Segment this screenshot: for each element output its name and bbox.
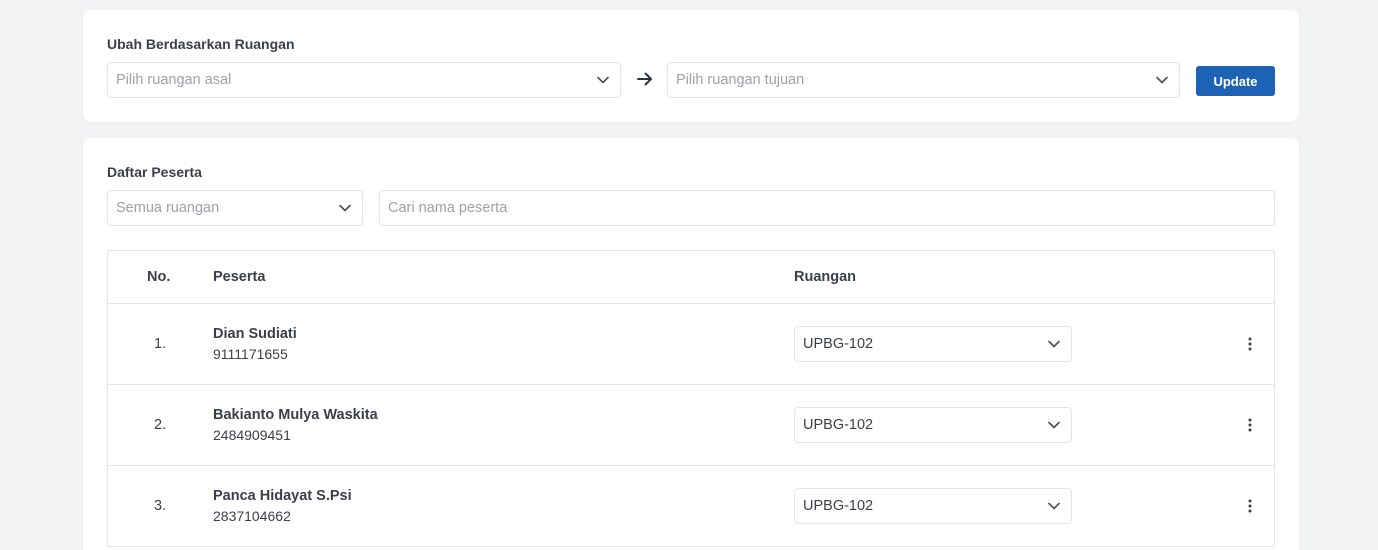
participant-search-input[interactable]	[379, 190, 1275, 226]
row-room-select[interactable]: UPBG-102	[794, 488, 1072, 524]
row-room-value: UPBG-102	[803, 336, 874, 352]
participant-id: 9111171655	[213, 346, 288, 362]
more-options-icon[interactable]	[1242, 335, 1258, 353]
row-number: 3.	[154, 498, 167, 514]
table-row: 1. Dian Sudiati 9111171655 UPBG-102	[108, 304, 1274, 385]
column-header-participant: Peserta	[213, 269, 266, 285]
target-room-placeholder: Pilih ruangan tujuan	[676, 72, 805, 88]
chevron-down-icon	[596, 73, 610, 87]
row-room-select[interactable]: UPBG-102	[794, 407, 1072, 443]
participant-table: No. Peserta Ruangan 1. Dian Sudiati 9111…	[107, 250, 1275, 547]
row-number: 2.	[154, 417, 167, 433]
more-options-icon[interactable]	[1242, 416, 1258, 434]
update-button[interactable]: Update	[1196, 66, 1275, 96]
table-row: 2. Bakianto Mulya Waskita 2484909451 UPB…	[108, 385, 1274, 466]
participant-name: Dian Sudiati	[213, 326, 297, 342]
row-room-select[interactable]: UPBG-102	[794, 326, 1072, 362]
participant-name: Panca Hidayat S.Psi	[213, 488, 352, 504]
source-room-select[interactable]: Pilih ruangan asal	[107, 62, 621, 98]
participant-id: 2484909451	[213, 427, 291, 443]
room-update-title: Ubah Berdasarkan Ruangan	[107, 36, 295, 52]
table-row: 3. Panca Hidayat S.Psi 2837104662 UPBG-1…	[108, 466, 1274, 547]
room-update-card: Ubah Berdasarkan Ruangan Pilih ruangan a…	[83, 10, 1299, 122]
participant-name: Bakianto Mulya Waskita	[213, 407, 378, 423]
chevron-down-icon	[1155, 73, 1169, 87]
room-filter-value: Semua ruangan	[116, 200, 220, 216]
more-options-icon[interactable]	[1242, 497, 1258, 515]
chevron-down-icon	[1047, 418, 1061, 432]
row-room-value: UPBG-102	[803, 417, 874, 433]
arrow-right-icon	[635, 71, 655, 87]
row-room-value: UPBG-102	[803, 498, 874, 514]
target-room-select[interactable]: Pilih ruangan tujuan	[667, 62, 1180, 98]
participant-id: 2837104662	[213, 508, 291, 524]
row-number: 1.	[154, 336, 167, 352]
participant-list-title: Daftar Peserta	[107, 164, 202, 180]
participant-list-card: Daftar Peserta Semua ruangan No. Peserta…	[83, 138, 1299, 550]
column-header-room: Ruangan	[794, 269, 857, 285]
chevron-down-icon	[1047, 499, 1061, 513]
chevron-down-icon	[338, 201, 352, 215]
column-header-no: No.	[147, 269, 171, 285]
room-filter-select[interactable]: Semua ruangan	[107, 190, 363, 226]
chevron-down-icon	[1047, 337, 1061, 351]
table-header: No. Peserta Ruangan	[108, 251, 1274, 304]
source-room-placeholder: Pilih ruangan asal	[116, 72, 232, 88]
